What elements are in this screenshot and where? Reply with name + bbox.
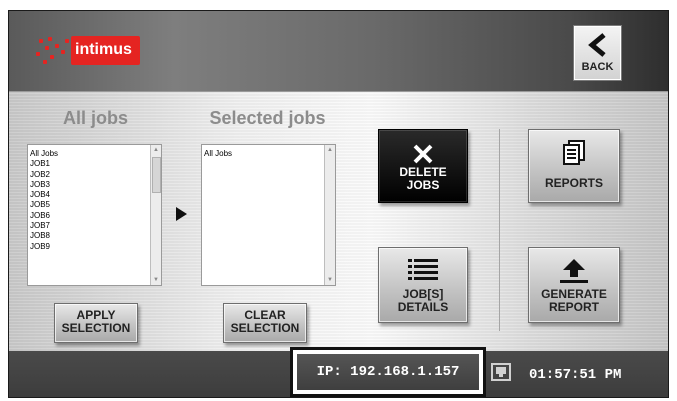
- all-jobs-heading: All jobs: [62, 108, 128, 128]
- chevron-left-icon: [587, 33, 606, 57]
- vertical-divider: [499, 129, 500, 331]
- clock: 01:57:51 PM: [529, 367, 622, 383]
- scroll-up-icon[interactable]: ▲: [152, 146, 160, 154]
- reports-label: REPORTS: [544, 176, 603, 190]
- upload-icon: [560, 259, 588, 283]
- list-item[interactable]: JOB8: [30, 231, 58, 241]
- logo-wordmark: intimus: [71, 35, 140, 65]
- delete-label-line2: JOBS: [406, 178, 440, 192]
- network-icon: [491, 363, 511, 381]
- list-item[interactable]: All Jobs: [204, 149, 232, 159]
- clear-selection-button[interactable]: CLEAR SELECTION: [223, 303, 307, 343]
- list-item[interactable]: JOB7: [30, 221, 58, 231]
- ip-address: IP: 192.168.1.157: [316, 364, 460, 380]
- selected-jobs-list[interactable]: All Jobs ▲ ▼: [201, 144, 336, 286]
- play-right-icon[interactable]: [176, 207, 187, 221]
- generate-label-line2: REPORT: [548, 300, 599, 314]
- scroll-down-icon[interactable]: ▼: [152, 276, 160, 284]
- selected-jobs-items: All Jobs: [204, 149, 232, 159]
- ip-address-box: IP: 192.168.1.157: [290, 347, 486, 397]
- details-label-line2: DETAILS: [397, 300, 449, 314]
- list-item[interactable]: All Jobs: [30, 149, 58, 159]
- apply-label-line2: SELECTION: [61, 321, 131, 335]
- scroll-down-icon[interactable]: ▼: [326, 276, 334, 284]
- list-item[interactable]: JOB3: [30, 180, 58, 190]
- logo-dots-icon: [35, 35, 71, 65]
- clear-label-line2: SELECTION: [230, 321, 300, 335]
- generate-report-button[interactable]: GENERATE REPORT: [528, 247, 620, 323]
- selected-jobs-scrollbar[interactable]: ▲ ▼: [324, 145, 335, 285]
- list-item[interactable]: JOB1: [30, 159, 58, 169]
- close-icon: [413, 144, 433, 164]
- app-screen: intimus BACK All jobs Selected jobs All …: [8, 10, 669, 398]
- reports-button[interactable]: REPORTS: [528, 129, 620, 203]
- all-jobs-list[interactable]: All Jobs JOB1 JOB2 JOB3 JOB4 JOB5 JOB6 J…: [27, 144, 162, 286]
- list-icon: [408, 259, 438, 280]
- list-item[interactable]: JOB9: [30, 242, 58, 252]
- selected-jobs-heading: Selected jobs: [209, 108, 326, 128]
- brand-logo: intimus: [35, 35, 140, 65]
- header-bar: intimus BACK: [9, 11, 668, 92]
- all-jobs-scrollbar[interactable]: ▲ ▼: [150, 145, 161, 285]
- delete-jobs-button[interactable]: DELETE JOBS: [378, 129, 468, 203]
- scroll-thumb[interactable]: [152, 157, 161, 193]
- all-jobs-items: All Jobs JOB1 JOB2 JOB3 JOB4 JOB5 JOB6 J…: [30, 149, 58, 252]
- job-details-button[interactable]: JOB[S] DETAILS: [378, 247, 468, 323]
- back-label: BACK: [581, 61, 614, 73]
- back-button[interactable]: BACK: [573, 25, 622, 81]
- list-item[interactable]: JOB5: [30, 200, 58, 210]
- list-item[interactable]: JOB4: [30, 190, 58, 200]
- list-item[interactable]: JOB6: [30, 211, 58, 221]
- scroll-up-icon[interactable]: ▲: [326, 146, 334, 154]
- list-item[interactable]: JOB2: [30, 170, 58, 180]
- apply-selection-button[interactable]: APPLY SELECTION: [54, 303, 138, 343]
- document-stack-icon: [563, 140, 585, 165]
